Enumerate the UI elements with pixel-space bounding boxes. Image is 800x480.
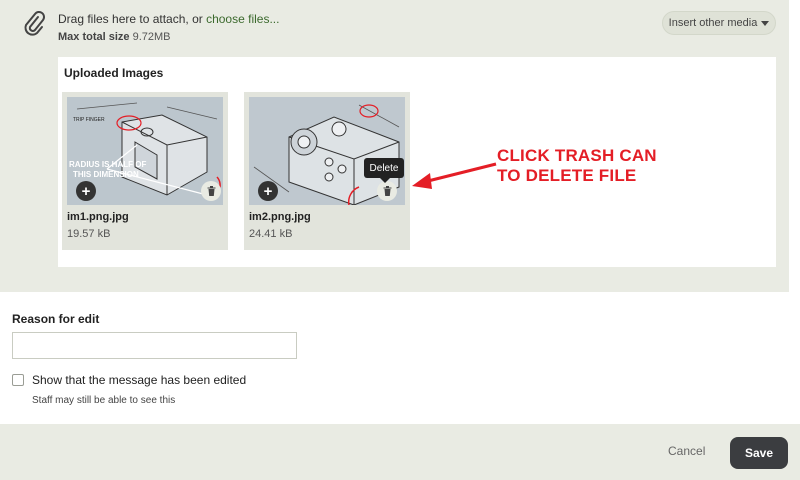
file-name: im2.png.jpg: [249, 211, 311, 223]
file-size: 19.57 kB: [67, 228, 111, 240]
paperclip-icon: [24, 11, 45, 36]
show-edited-checkbox[interactable]: [12, 374, 24, 386]
cancel-button[interactable]: Cancel: [668, 444, 705, 458]
file-name: im1.png.jpg: [67, 211, 129, 223]
save-button[interactable]: Save: [730, 437, 788, 469]
thumb-label-radius: RADIUS IS HALF OF: [69, 160, 146, 169]
file-size: 24.41 kB: [249, 228, 293, 240]
uploaded-file-card: TRIP FINGER RADIUS IS HALF OF THIS DIMEN…: [62, 92, 228, 250]
trash-icon: [207, 186, 215, 196]
delete-image-button[interactable]: [377, 181, 397, 201]
attachment-dropzone[interactable]: Drag files here to attach, or choose fil…: [0, 0, 789, 292]
image-thumbnail[interactable]: TRIP FINGER RADIUS IS HALF OF THIS DIMEN…: [67, 97, 223, 205]
annotation-text: CLICK TRASH CAN TO DELETE FILE: [497, 146, 657, 186]
thumb-label-dimension: THIS DIMENSION: [73, 170, 139, 179]
reason-for-edit-label: Reason for edit: [12, 312, 100, 326]
insert-image-button[interactable]: +: [76, 181, 96, 201]
insert-media-label: Insert other media: [668, 17, 758, 29]
caret-down-icon: [761, 20, 770, 26]
max-size-info: Max total size 9.72MB: [58, 31, 171, 43]
image-thumbnail[interactable]: +: [249, 97, 405, 205]
max-size-value: 9.72MB: [132, 31, 171, 43]
annotation-line-1: CLICK TRASH CAN: [497, 146, 657, 165]
thumb-label-trip-finger: TRIP FINGER: [73, 117, 105, 123]
trash-icon: [383, 186, 391, 196]
max-size-label: Max total size: [58, 31, 130, 43]
staff-hint: Staff may still be able to see this: [32, 395, 176, 406]
insert-other-media-button[interactable]: Insert other media: [662, 11, 776, 35]
red-arrow-icon: [412, 162, 497, 189]
uploaded-images-title: Uploaded Images: [64, 66, 164, 80]
annotation-line-2: TO DELETE FILE: [497, 166, 637, 185]
drag-instructions: Drag files here to attach, or choose fil…: [58, 12, 279, 26]
show-edited-label[interactable]: Show that the message has been edited: [32, 373, 246, 387]
choose-files-link[interactable]: choose files...: [206, 12, 279, 26]
insert-image-button[interactable]: +: [258, 181, 278, 201]
reason-for-edit-input[interactable]: [12, 332, 297, 359]
drag-text: Drag files here to attach, or: [58, 12, 207, 26]
delete-image-button[interactable]: [201, 181, 221, 201]
delete-tooltip: Delete: [364, 158, 404, 183]
